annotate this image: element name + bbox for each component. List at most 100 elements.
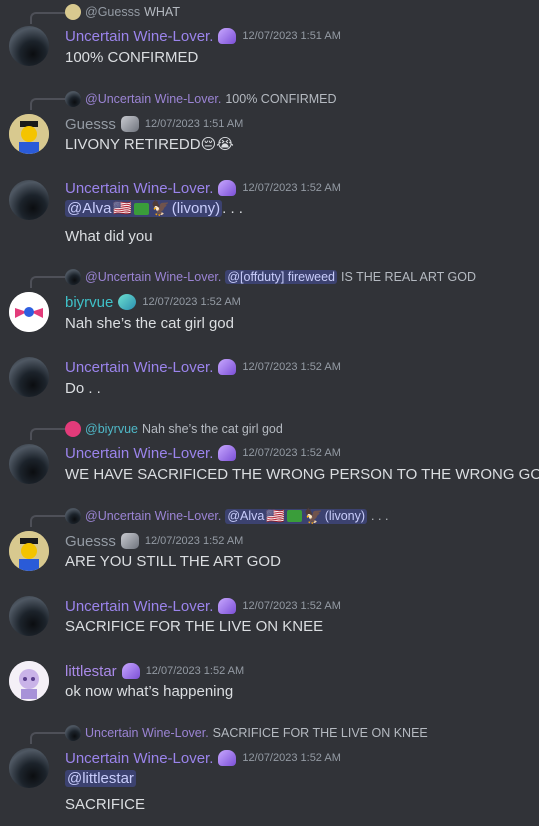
eagle-icon: 🦅 — [151, 200, 170, 217]
avatar[interactable] — [9, 26, 49, 66]
reply-avatar — [65, 508, 81, 524]
timestamp: 12/07/2023 1:52 AM — [242, 752, 341, 764]
username[interactable]: littlestar — [65, 663, 117, 680]
guess-badge-icon — [120, 116, 139, 132]
biy-badge-icon — [118, 294, 137, 310]
reply-preview[interactable]: @Uncertain Wine-Lover. @Alva 🇺🇸 🦅 (livon… — [65, 508, 388, 524]
reply-author[interactable]: @Uncertain Wine-Lover. — [85, 92, 221, 106]
reply-author[interactable]: @biyrvue — [85, 422, 138, 436]
timestamp: 12/07/2023 1:52 AM — [142, 296, 241, 308]
avatar[interactable] — [9, 531, 49, 571]
avatar[interactable] — [9, 596, 49, 636]
message-header: Guesss 12/07/2023 1:52 AM — [65, 531, 243, 551]
username[interactable]: Uncertain Wine-Lover. — [65, 180, 213, 197]
mention-suffix: (livony) — [171, 200, 221, 217]
reply-avatar — [65, 421, 81, 437]
reply-preview[interactable]: @biyrvue Nah she’s the cat girl god — [65, 421, 283, 437]
reply-avatar — [65, 91, 81, 107]
guess-badge-icon — [120, 533, 139, 549]
grape-badge-icon — [218, 750, 237, 766]
message-text: LIVONY RETIREDD 😔😭 — [65, 136, 234, 153]
reply-connector — [30, 732, 66, 744]
grape-badge-icon — [121, 663, 140, 679]
reply-avatar — [65, 269, 81, 285]
message-text: 100% CONFIRMED — [65, 49, 199, 66]
reply-text: SACRIFICE FOR THE LIVE ON KNEE — [212, 726, 428, 740]
us-flag-icon: 🇺🇸 — [113, 200, 133, 217]
message-body: . . . — [222, 200, 243, 217]
avatar[interactable] — [9, 661, 49, 701]
reply-mention[interactable]: @[offduty] fireweed — [225, 270, 338, 284]
mention-name: @Alva — [227, 509, 265, 523]
reply-author[interactable]: @Guesss — [85, 5, 140, 19]
message-text: Nah she’s the cat girl god — [65, 315, 234, 332]
reply-preview[interactable]: @Uncertain Wine-Lover. @[offduty] firewe… — [65, 269, 476, 285]
message-header: Uncertain Wine-Lover. 12/07/2023 1:52 AM — [65, 596, 341, 616]
reply-author[interactable]: Uncertain Wine-Lover. — [85, 726, 209, 740]
message-text: WE HAVE SACRIFICED THE WRONG PERSON TO T… — [65, 466, 539, 483]
timestamp: 12/07/2023 1:52 AM — [242, 447, 341, 459]
grape-badge-icon — [218, 28, 237, 44]
user-mention[interactable]: @littlestar — [65, 770, 136, 787]
timestamp: 12/07/2023 1:52 AM — [145, 665, 245, 677]
username[interactable]: Guesss — [65, 533, 116, 550]
timestamp: 12/07/2023 1:51 AM — [144, 118, 244, 130]
username[interactable]: Guesss — [65, 116, 116, 133]
green-pixel-icon — [134, 202, 150, 215]
message-text: ok now what’s happening — [65, 683, 234, 700]
green-pixel-icon — [287, 510, 303, 522]
message-header: Uncertain Wine-Lover. 12/07/2023 1:52 AM — [65, 443, 341, 463]
message-text: What did you — [65, 228, 153, 245]
timestamp: 12/07/2023 1:52 AM — [242, 361, 341, 373]
avatar[interactable] — [9, 180, 49, 220]
reply-text: 100% CONFIRMED — [225, 92, 337, 106]
message-header: Guesss 12/07/2023 1:51 AM — [65, 114, 243, 134]
reply-connector — [30, 515, 66, 527]
username[interactable]: Uncertain Wine-Lover. — [65, 28, 213, 45]
reply-preview[interactable]: @Guesss WHAT — [65, 4, 180, 20]
reply-author[interactable]: @Uncertain Wine-Lover. — [85, 509, 221, 523]
lego-avatar-icon — [9, 114, 49, 154]
pensive-crying-emoji-icon: 😔😭 — [200, 136, 234, 153]
message-text: @littlestar — [65, 770, 136, 787]
avatar[interactable] — [9, 357, 49, 397]
anime-avatar-icon — [9, 661, 49, 701]
eagle-icon: 🦅 — [304, 507, 323, 525]
grape-badge-icon — [218, 598, 237, 614]
avatar[interactable] — [9, 292, 49, 332]
username[interactable]: biyrvue — [65, 294, 113, 311]
reply-mention[interactable]: @Alva 🇺🇸 🦅 (livony) — [225, 507, 368, 525]
message-text: Do . . — [65, 380, 101, 397]
grape-badge-icon — [218, 180, 237, 196]
reply-text: IS THE REAL ART GOD — [341, 270, 477, 284]
timestamp: 12/07/2023 1:52 AM — [242, 600, 341, 612]
reply-preview[interactable]: Uncertain Wine-Lover. SACRIFICE FOR THE … — [65, 725, 428, 741]
grape-badge-icon — [218, 359, 237, 375]
message-header: littlestar 12/07/2023 1:52 AM — [65, 661, 244, 681]
avatar[interactable] — [9, 114, 49, 154]
grape-badge-icon — [218, 445, 237, 461]
reply-author[interactable]: @Uncertain Wine-Lover. — [85, 270, 221, 284]
message-header: Uncertain Wine-Lover. 12/07/2023 1:51 AM — [65, 26, 341, 46]
user-mention[interactable]: @Alva 🇺🇸 🦅 (livony) — [65, 200, 223, 217]
message-header: Uncertain Wine-Lover. 12/07/2023 1:52 AM — [65, 357, 341, 377]
reply-connector — [30, 428, 66, 440]
message-header: Uncertain Wine-Lover. 12/07/2023 1:52 AM — [65, 748, 341, 768]
timestamp: 12/07/2023 1:51 AM — [242, 30, 341, 42]
username[interactable]: Uncertain Wine-Lover. — [65, 359, 213, 376]
timestamp: 12/07/2023 1:52 AM — [144, 535, 244, 547]
us-flag-icon: 🇺🇸 — [266, 507, 286, 525]
timestamp: 12/07/2023 1:52 AM — [242, 182, 341, 194]
username[interactable]: Uncertain Wine-Lover. — [65, 750, 213, 767]
mention-suffix: (livony) — [324, 509, 366, 523]
reply-avatar — [65, 4, 81, 20]
username[interactable]: Uncertain Wine-Lover. — [65, 445, 213, 462]
message-header: biyrvue 12/07/2023 1:52 AM — [65, 292, 241, 312]
message-text: ARE YOU STILL THE ART GOD — [65, 553, 281, 570]
avatar[interactable] — [9, 444, 49, 484]
message-text: SACRIFICE — [65, 796, 146, 813]
username[interactable]: Uncertain Wine-Lover. — [65, 598, 213, 615]
avatar[interactable] — [9, 748, 49, 788]
reply-preview[interactable]: @Uncertain Wine-Lover. 100% CONFIRMED — [65, 91, 337, 107]
reply-connector — [30, 276, 66, 288]
